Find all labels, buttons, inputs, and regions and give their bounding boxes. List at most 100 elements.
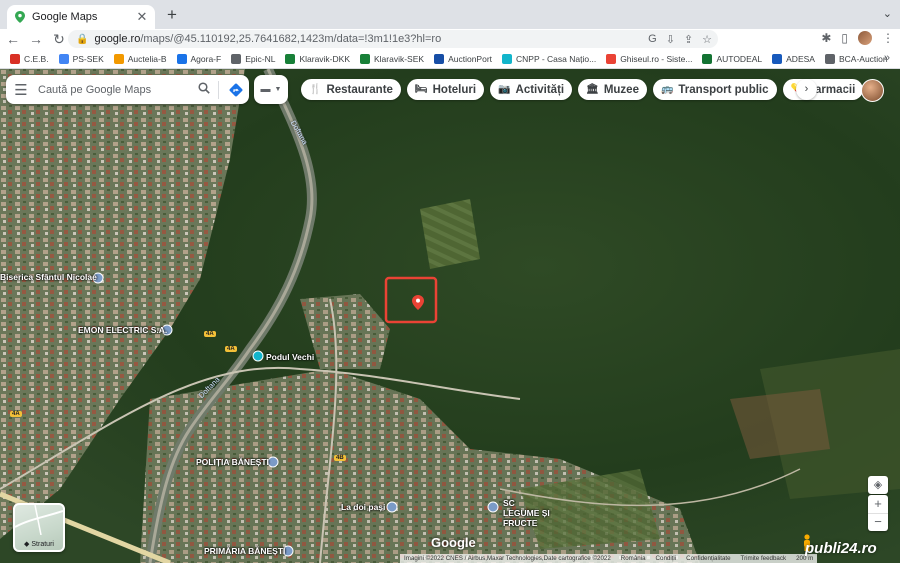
my-location-icon[interactable]: ◈ <box>868 476 888 494</box>
chip-icon: 🛏 <box>414 84 428 95</box>
category-chip[interactable]: 🍴 Restaurante <box>301 79 401 100</box>
bookmark-favicon-icon <box>502 53 513 64</box>
bookmark-label: Epic-NL <box>245 53 276 64</box>
map-thumbnail <box>15 505 63 536</box>
bookmark-item[interactable]: Auctelia-B <box>113 53 167 64</box>
category-chip[interactable]: 📷 Activități <box>490 79 573 100</box>
attribution-item[interactable]: Confidențialitate <box>686 555 730 562</box>
tab-search-icon[interactable]: ⌄ <box>883 7 892 20</box>
back-icon[interactable]: ← <box>3 31 23 47</box>
bookmark-item[interactable]: Agora-F <box>176 53 222 64</box>
attribution-item[interactable]: Condiții <box>656 555 677 562</box>
road-shield: 4A <box>10 411 22 417</box>
side-panel-icon[interactable]: ▯ <box>841 31 848 45</box>
poi-marker-icon[interactable] <box>252 350 264 362</box>
place-label-legume[interactable]: SC LEGUME ȘI FRUCTE <box>503 498 551 528</box>
bookmark-item[interactable]: CNPP - Casa Națio... <box>502 53 597 64</box>
attribution-item[interactable]: România <box>621 555 646 562</box>
layers-icon: ◆ <box>24 541 30 548</box>
map-mode-button[interactable]: ▬ ▼ <box>254 75 288 104</box>
publi24-watermark: publi24.ro <box>805 540 877 557</box>
category-chip[interactable]: 🛏 Hoteluri <box>406 79 485 100</box>
poi-marker-icon[interactable] <box>386 501 398 513</box>
satellite-imagery[interactable] <box>0 69 900 563</box>
road-shield: 4B <box>334 455 346 461</box>
road-shield: 4A <box>204 331 216 337</box>
bookmark-item[interactable]: AuctionPort <box>434 53 492 64</box>
browser-menu-icon[interactable]: ⋮ <box>882 31 894 45</box>
bookmark-item[interactable]: Klaravik-DKK <box>285 53 350 64</box>
bookmark-item[interactable]: Klaravik-SEK <box>360 53 425 64</box>
forward-icon[interactable]: → <box>26 31 46 47</box>
satellite-map[interactable] <box>0 69 900 563</box>
chip-label: Restaurante <box>326 83 393 96</box>
extensions-icon[interactable]: ✱ <box>821 31 831 45</box>
zoom-out-button[interactable]: − <box>868 513 888 532</box>
attribution-item[interactable]: Trimite feedback <box>741 555 787 562</box>
url-text: google.ro/maps/@45.110192,25.7641682,142… <box>94 33 442 45</box>
layers-toggle[interactable]: ◆ Straturi <box>13 503 65 552</box>
bookmark-item[interactable]: BCA-Auction <box>824 53 888 64</box>
address-bar[interactable]: 🔒 google.ro/maps/@45.110192,25.7641682,1… <box>68 30 718 48</box>
bookmark-item[interactable]: Ghiseul.ro - Siste... <box>606 53 692 64</box>
bookmark-item[interactable]: C.E.B. <box>10 53 49 64</box>
place-label-primaria[interactable]: PRIMĂRIA BĂNEȘTI <box>204 546 285 556</box>
bookmark-favicon-icon <box>824 53 835 64</box>
install-app-icon[interactable]: ⇩ <box>666 33 675 46</box>
bookmark-label: BCA-Auction <box>838 53 888 64</box>
bookmark-favicon-icon <box>113 53 124 64</box>
place-label-ladoi[interactable]: La doi pași <box>341 502 385 512</box>
bookmark-favicon-icon <box>606 53 617 64</box>
google-logo: Google <box>431 535 476 550</box>
reload-icon[interactable]: ↻ <box>49 31 69 48</box>
hamburger-menu-icon[interactable]: ☰ <box>6 81 36 99</box>
maps-search-box: ☰ <box>6 75 249 104</box>
bookmark-item[interactable]: ADESA <box>772 53 815 64</box>
maps-search-input[interactable] <box>36 82 194 97</box>
profile-avatar[interactable] <box>858 31 872 45</box>
chips-next-button[interactable]: › <box>796 79 817 100</box>
poi-marker-icon[interactable] <box>267 456 279 468</box>
bookmark-favicon-icon <box>231 53 242 64</box>
zoom-in-button[interactable]: + <box>868 495 888 513</box>
tab-close-icon[interactable]: ✕ <box>135 9 149 25</box>
bookmarks-overflow-icon[interactable]: » <box>884 52 890 64</box>
road-shield: 4A <box>225 346 237 352</box>
chip-label: Activități <box>515 83 565 96</box>
directions-icon[interactable] <box>223 82 249 98</box>
poi-marker-icon[interactable] <box>487 501 499 513</box>
zoom-controls: + − <box>868 495 888 531</box>
category-chip[interactable]: 🏛 Muzee <box>578 79 647 100</box>
bookmark-item[interactable]: AUTODEAL <box>702 53 762 64</box>
account-avatar[interactable] <box>861 79 884 102</box>
bookmark-item[interactable]: Epic-NL <box>231 53 276 64</box>
category-chips: 🍴 Restaurante 🛏 Hoteluri 📷 Activități 🏛 Muzee 🚌 T… <box>301 79 864 101</box>
search-icon[interactable] <box>194 82 214 97</box>
google-lens-icon[interactable]: G <box>648 33 657 45</box>
tab-title: Google Maps <box>32 11 98 23</box>
place-label-emon[interactable]: EMON ELECTRIC S.A. <box>78 325 167 335</box>
place-label-politia[interactable]: POLIȚIA BĂNEȘTI <box>196 457 269 467</box>
chip-label: Transport public <box>678 83 769 96</box>
bookmark-label: C.E.B. <box>24 53 49 64</box>
bookmark-label: PS-SEK <box>72 53 104 64</box>
new-tab-button[interactable]: + <box>162 5 182 25</box>
bookmark-label: Klaravik-SEK <box>374 53 425 64</box>
category-chip[interactable]: 🚌 Transport public <box>652 79 777 100</box>
tab-google-maps[interactable]: Google Maps ✕ <box>7 5 155 29</box>
bookmark-favicon-icon <box>285 53 296 64</box>
place-label-podul[interactable]: Podul Vechi <box>266 352 314 362</box>
bookmark-label: Klaravik-DKK <box>299 53 350 64</box>
share-icon[interactable]: ⇪ <box>684 33 693 46</box>
bookmark-item[interactable]: PS-SEK <box>58 53 104 64</box>
lock-icon[interactable]: 🔒 <box>76 34 88 45</box>
bookmark-favicon-icon <box>772 53 783 64</box>
divider <box>218 80 219 99</box>
bookmark-star-icon[interactable]: ☆ <box>702 33 712 46</box>
bookmark-label: ADESA <box>786 53 815 64</box>
bookmark-label: Agora-F <box>190 53 222 64</box>
keyboard-icon: ▬ <box>260 84 271 95</box>
place-label-biserica[interactable]: Biserica Sfântul Nicolae <box>0 272 97 282</box>
bookmark-favicon-icon <box>360 53 370 64</box>
bookmark-label: CNPP - Casa Națio... <box>516 53 597 64</box>
